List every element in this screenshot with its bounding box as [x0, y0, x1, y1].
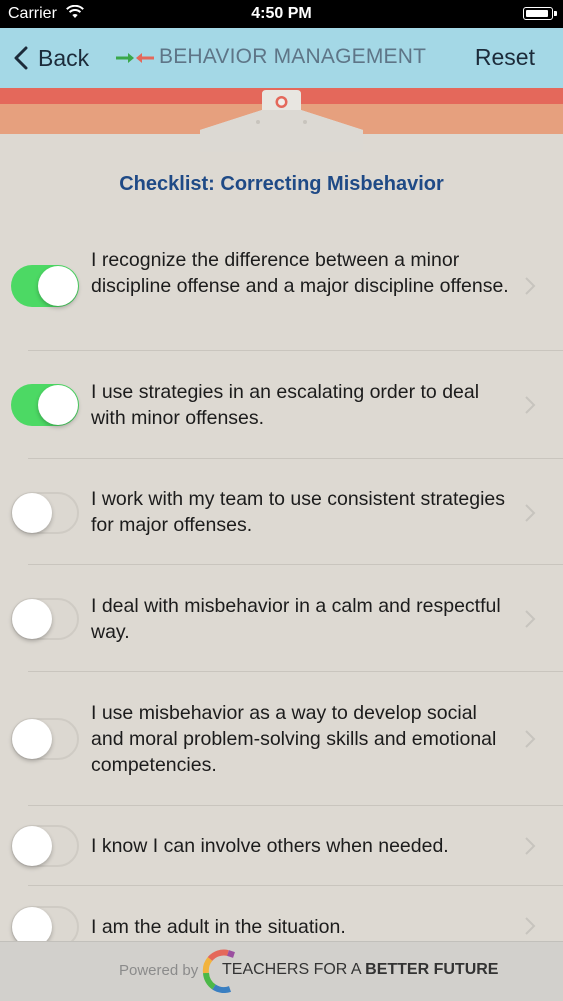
brand-name: TEACHERS FOR A BETTER FUTURE: [222, 961, 498, 979]
arrows-logo-icon: [116, 53, 154, 63]
chevron-right-icon: [525, 610, 536, 628]
back-button[interactable]: Back: [14, 40, 89, 76]
checklist-item-text: I deal with misbehavior in a calm and re…: [91, 595, 501, 643]
checklist-item-text: I am the adult in the situation.: [91, 916, 346, 938]
chevron-right-icon: [525, 504, 536, 522]
chevron-right-icon: [525, 730, 536, 748]
toggle-knob: [38, 385, 78, 425]
checklist-row[interactable]: I use strategies in an escalating order …: [0, 351, 563, 459]
checklist-item-text: I recognize the difference between a min…: [91, 249, 509, 297]
checklist-row[interactable]: I know I can involve others when needed.: [0, 806, 563, 886]
nav-title: BEHAVIOR MANAGEMENT: [159, 45, 427, 68]
toggle-switch[interactable]: [11, 384, 79, 426]
status-bar: Carrier 4:50 PM: [0, 0, 563, 28]
clipboard-clip-icon: [200, 90, 363, 152]
toggle-knob: [12, 826, 52, 866]
chevron-right-icon: [525, 917, 536, 935]
checklist-item-text: I use strategies in an escalating order …: [91, 381, 480, 429]
checklist-item-text: I use misbehavior as a way to develop so…: [91, 702, 497, 776]
battery-icon: [523, 7, 557, 20]
toggle-switch[interactable]: [11, 825, 79, 867]
chevron-right-icon: [525, 837, 536, 855]
checklist-item-text: I know I can involve others when needed.: [91, 835, 449, 857]
checklist-row[interactable]: I recognize the difference between a min…: [0, 226, 563, 351]
chevron-right-icon: [525, 396, 536, 414]
toggle-switch[interactable]: [11, 906, 79, 941]
toggle-switch[interactable]: [11, 718, 79, 760]
checklist-row[interactable]: I use misbehavior as a way to develop so…: [0, 672, 563, 806]
battery-fill: [526, 10, 548, 17]
checklist-title: Checklist: Correcting Misbehavior: [119, 173, 444, 195]
footer: Powered by TEACHERS FOR A BETTER FUTURE: [0, 941, 563, 1001]
chevron-left-icon: [14, 46, 28, 70]
nav-bar: Back BEHAVIOR MANAGEMENT Reset: [0, 28, 563, 88]
toggle-knob: [38, 266, 78, 306]
reset-button[interactable]: Reset: [475, 44, 535, 71]
checklist-item-text: I work with my team to use consistent st…: [91, 488, 505, 536]
toggle-knob: [12, 599, 52, 639]
toggle-switch[interactable]: [11, 265, 79, 307]
back-label: Back: [38, 44, 90, 71]
brand-bold: BETTER FUTURE: [365, 961, 499, 978]
toggle-knob: [12, 493, 52, 533]
toggle-knob: [12, 719, 52, 759]
status-time: 4:50 PM: [251, 5, 312, 22]
toggle-knob: [12, 907, 52, 941]
checklist-row[interactable]: I work with my team to use consistent st…: [0, 459, 563, 565]
toggle-switch[interactable]: [11, 598, 79, 640]
chevron-right-icon: [525, 277, 536, 295]
brand-prefix: TEACHERS FOR A: [222, 961, 366, 978]
toggle-switch[interactable]: [11, 492, 79, 534]
checklist-row[interactable]: I deal with misbehavior in a calm and re…: [0, 565, 563, 672]
powered-by-label: Powered by: [119, 962, 199, 979]
checklist-row[interactable]: I am the adult in the situation.: [0, 886, 563, 941]
